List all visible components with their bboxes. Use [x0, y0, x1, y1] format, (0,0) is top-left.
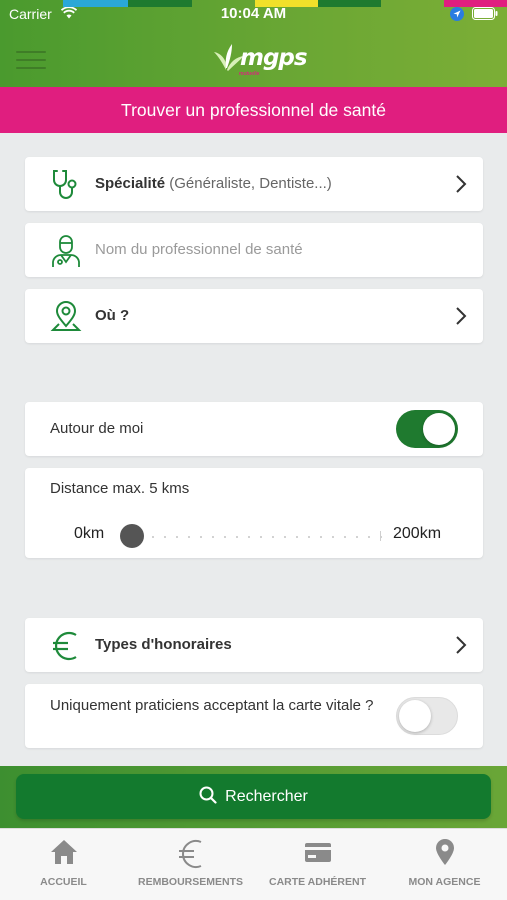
professional-name-placeholder: Nom du professionnel de santé — [95, 241, 303, 258]
distance-min-label: 0km — [74, 525, 105, 542]
tab-label: CARTE ADHÉRENT — [268, 876, 367, 888]
chevron-right-icon — [456, 307, 467, 325]
tab-label: MON AGENCE — [408, 876, 481, 888]
status-bar: Carrier 10:04 AM — [0, 0, 507, 28]
tab-carte-adherent[interactable]: CARTE ADHÉRENT — [254, 829, 381, 900]
stethoscope-icon — [49, 168, 83, 202]
distance-slider-track[interactable] — [135, 536, 383, 538]
fee-types-select[interactable]: Types d'honoraires — [25, 618, 483, 672]
around-me-toggle[interactable] — [396, 410, 458, 448]
location-pin-icon — [381, 837, 507, 867]
specialty-hint: (Généraliste, Dentiste...) — [169, 175, 332, 192]
status-time: 10:04 AM — [220, 5, 287, 22]
doctor-icon — [49, 234, 83, 268]
search-icon — [199, 786, 217, 804]
carte-vitale-row: Uniquement praticiens acceptant la carte… — [25, 684, 483, 748]
home-icon — [0, 837, 127, 867]
specialty-label: Spécialité — [95, 175, 166, 192]
map-pin-icon — [49, 300, 83, 334]
distance-label: Distance max. 5 kms — [50, 480, 190, 497]
search-button-label: Rechercher — [225, 788, 308, 805]
card-icon — [254, 837, 381, 867]
tab-label: ACCUEIL — [40, 876, 87, 888]
chevron-right-icon — [456, 636, 467, 654]
battery-icon — [472, 7, 498, 23]
professional-name-field[interactable]: Nom du professionnel de santé — [25, 223, 483, 277]
euro-icon — [49, 629, 83, 663]
page-title: Trouver un professionnel de santé — [0, 87, 507, 133]
tab-remboursements[interactable]: REMBOURSEMENTS — [127, 829, 254, 900]
app-header: Carrier 10:04 AM mgps mutuelle — [0, 0, 507, 87]
location-select[interactable]: Où ? — [25, 289, 483, 343]
location-arrow-icon — [450, 7, 464, 24]
euro-icon — [127, 837, 254, 868]
tab-bar: ACCUEIL REMBOURSEMENTS CARTE ADHÉRENT MO… — [0, 828, 507, 900]
carte-vitale-label: Uniquement praticiens acceptant la carte… — [50, 697, 374, 714]
distance-max-label: 200km — [393, 525, 442, 542]
tab-accueil[interactable]: ACCUEIL — [0, 829, 127, 900]
specialty-select[interactable]: Spécialité (Généraliste, Dentiste...) — [25, 157, 483, 211]
mgps-logo: mgps mutuelle — [212, 40, 308, 80]
chevron-right-icon — [456, 175, 467, 193]
tab-label: REMBOURSEMENTS — [137, 876, 243, 888]
fee-types-label: Types d'honoraires — [95, 636, 232, 653]
tab-mon-agence[interactable]: MON AGENCE — [381, 829, 507, 900]
logo-subtext: mutuelle — [239, 71, 260, 77]
location-label: Où ? — [95, 307, 130, 324]
search-bar-area: Rechercher — [0, 766, 507, 828]
carte-vitale-toggle[interactable] — [396, 697, 458, 735]
distance-slider-card: Distance max. 5 kms 0km 200km — [25, 468, 483, 558]
logo-text: mgps — [240, 45, 308, 71]
search-button[interactable]: Rechercher — [16, 774, 491, 819]
around-me-label: Autour de moi — [50, 420, 144, 437]
distance-slider-handle[interactable] — [120, 524, 145, 548]
menu-icon[interactable] — [16, 51, 46, 69]
around-me-row: Autour de moi — [25, 402, 483, 456]
